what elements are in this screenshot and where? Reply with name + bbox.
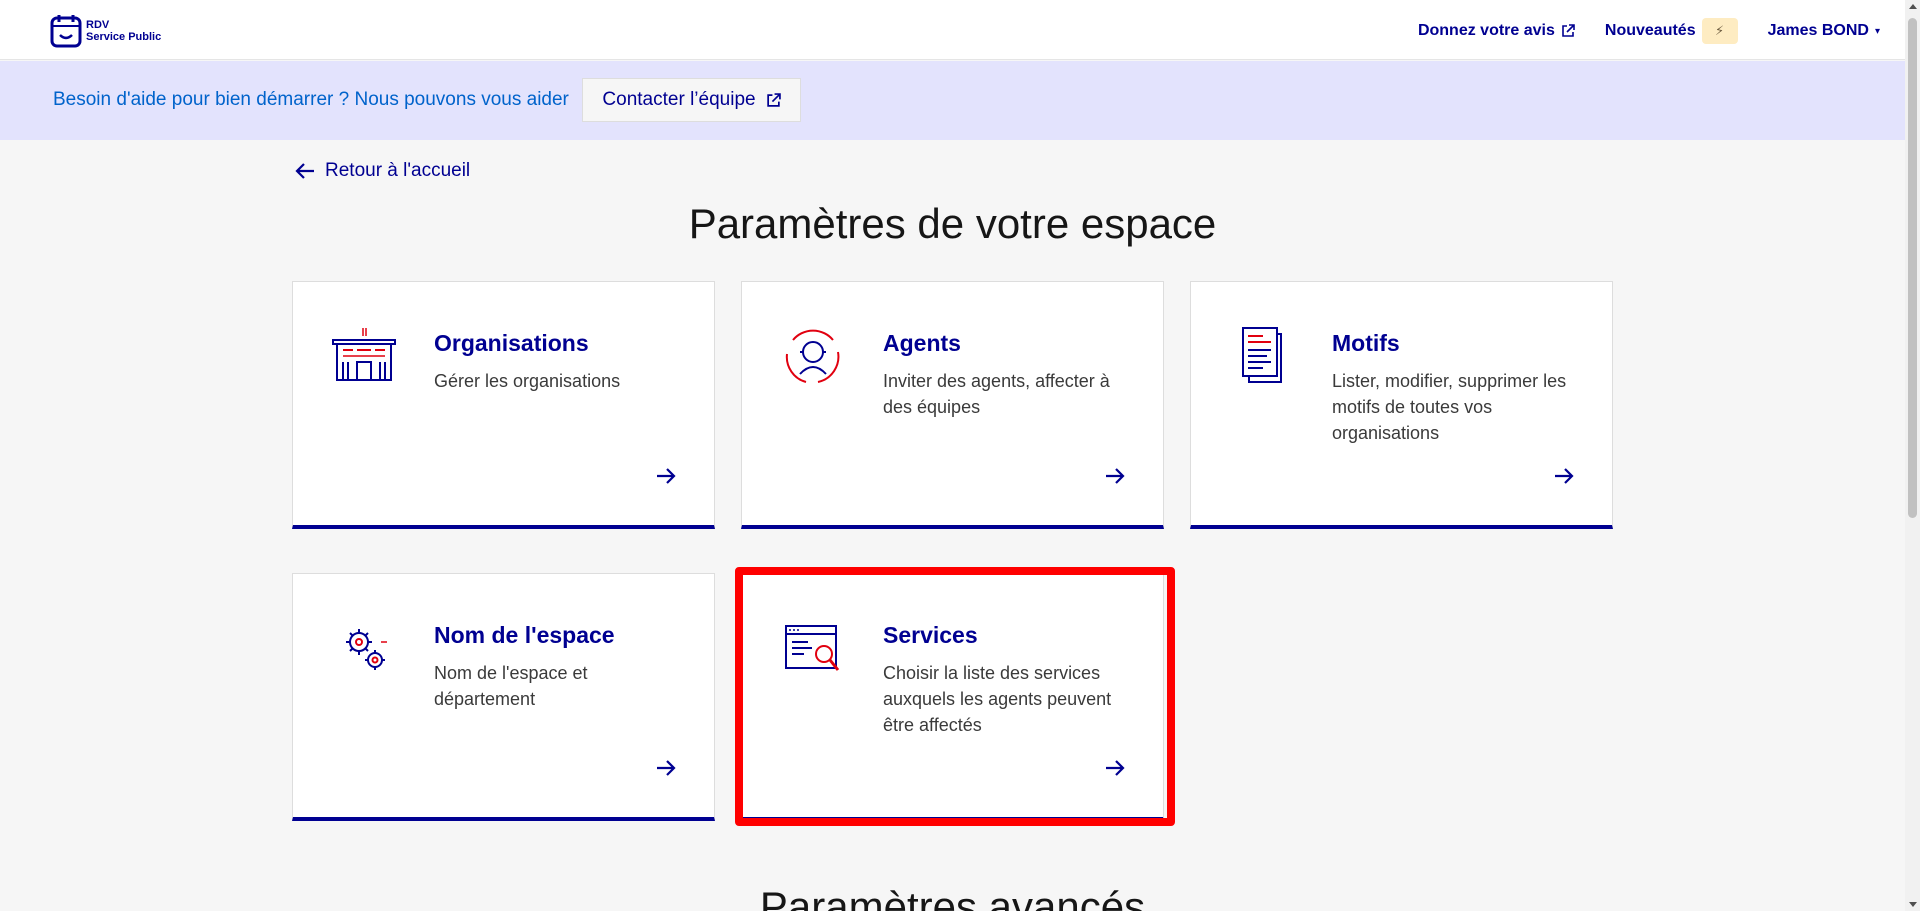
help-banner: Besoin d'aide pour bien démarrer ? Nous … xyxy=(0,61,1905,140)
feedback-label: Donnez votre avis xyxy=(1417,22,1555,39)
logo-line2: Service Public xyxy=(86,31,162,43)
logo[interactable]: RDV Service Public xyxy=(50,14,161,48)
card-description: Nom de l'espace et département xyxy=(434,663,588,709)
header: RDV Service Public Donnez votre avis Nou… xyxy=(0,0,1905,60)
arrow-left-icon xyxy=(295,163,314,179)
scroll-down-icon[interactable] xyxy=(1908,902,1917,907)
user-label: James BOND xyxy=(1767,22,1869,39)
card-description: Choisir la liste des services auxquels l… xyxy=(883,663,1112,735)
arrow-right-icon xyxy=(657,760,676,776)
card-title: Motifs xyxy=(1332,330,1400,356)
external-link-icon xyxy=(1562,24,1575,37)
card-services[interactable]: Services Choisir la liste des services a… xyxy=(741,573,1164,821)
card-description: Lister, modifier, supprimer les motifs d… xyxy=(1332,371,1567,443)
caret-down-icon: ▾ xyxy=(1874,25,1880,37)
arrow-right-icon xyxy=(1106,760,1125,776)
lightning-icon: ⚡ xyxy=(1701,18,1738,44)
card-motifs[interactable]: Motifs Lister, modifier, supprimer les m… xyxy=(1190,281,1613,529)
news-link[interactable]: Nouveautés ⚡ xyxy=(1605,18,1738,44)
page-title: Paramètres de votre espace xyxy=(688,200,1217,247)
arrow-right-icon xyxy=(657,468,676,484)
back-to-home-link[interactable]: Retour à l'accueil xyxy=(295,160,470,182)
external-link-icon xyxy=(766,92,781,107)
card-description: Inviter des agents, affecter à des équip… xyxy=(883,371,1110,417)
card-title: Agents xyxy=(883,330,961,356)
scrollbar[interactable] xyxy=(1905,0,1920,911)
scrollbar-thumb[interactable] xyxy=(1908,18,1917,518)
card-agents[interactable]: Agents Inviter des agents, affecter à de… xyxy=(741,281,1164,529)
card-space-name[interactable]: Nom de l'espace Nom de l'espace et dépar… xyxy=(292,573,715,821)
document-icon xyxy=(1242,327,1282,383)
agent-icon xyxy=(785,329,840,383)
header-nav: Donnez votre avis Nouveautés ⚡ James BON… xyxy=(1418,18,1880,44)
logo-line1: RDV xyxy=(86,19,110,31)
news-label: Nouveautés xyxy=(1604,22,1696,39)
arrow-right-icon xyxy=(1555,468,1574,484)
card-title: Nom de l'espace xyxy=(434,622,615,648)
calendar-logo-icon xyxy=(50,15,82,48)
building-icon xyxy=(332,328,396,381)
advanced-settings-title: Paramètres avancés xyxy=(759,883,1146,911)
card-description: Gérer les organisations xyxy=(434,371,621,391)
help-text: Besoin d'aide pour bien démarrer ? Nous … xyxy=(53,89,569,110)
search-window-icon xyxy=(785,625,840,671)
feedback-link[interactable]: Donnez votre avis xyxy=(1418,22,1575,40)
card-title: Services xyxy=(883,622,978,648)
arrow-right-icon xyxy=(1106,468,1125,484)
card-title: Organisations xyxy=(434,330,589,356)
card-organisations[interactable]: Organisations Gérer les organisations xyxy=(292,281,715,529)
gears-icon xyxy=(346,629,387,670)
contact-label: Contacter l’équipe xyxy=(602,89,756,110)
back-label: Retour à l'accueil xyxy=(325,160,471,181)
user-menu[interactable]: James BOND ▾ xyxy=(1768,22,1880,40)
scroll-up-icon[interactable] xyxy=(1908,4,1917,9)
contact-team-button[interactable]: Contacter l’équipe xyxy=(582,78,801,122)
